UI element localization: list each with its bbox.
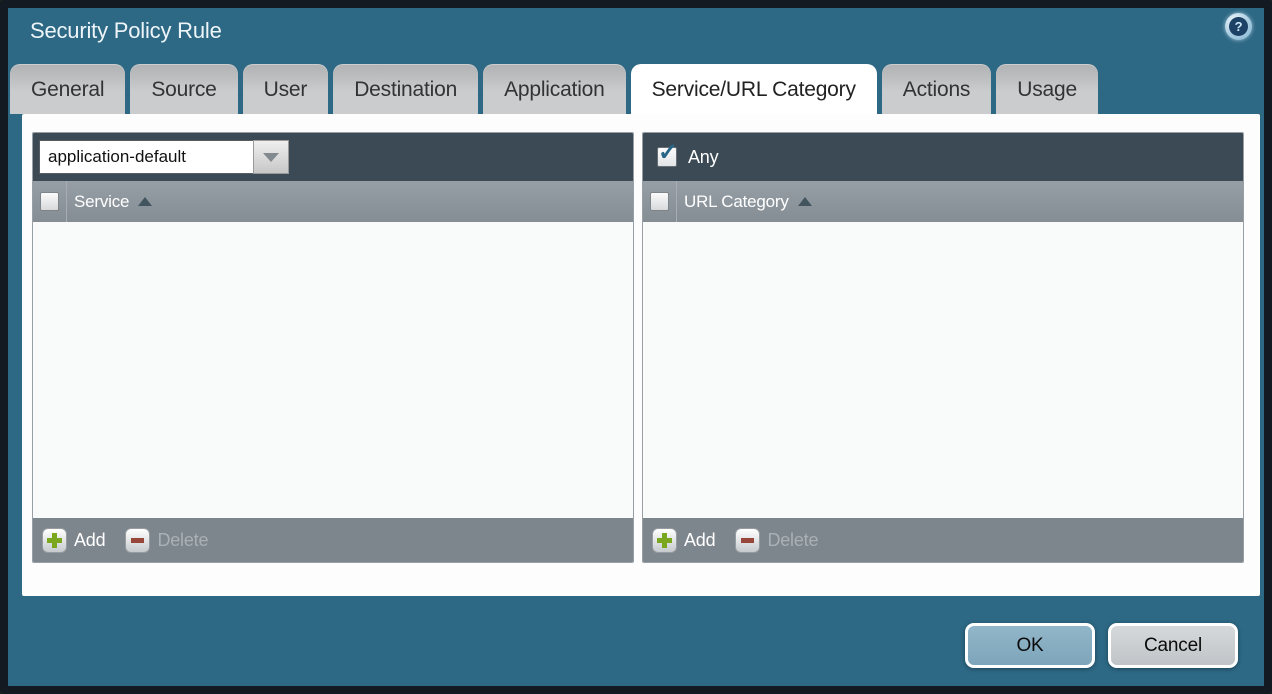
cancel-button[interactable]: Cancel <box>1108 623 1238 668</box>
url-category-column-header[interactable]: URL Category <box>643 181 1243 222</box>
service-type-input[interactable] <box>39 140 253 174</box>
delete-label: Delete <box>157 530 208 551</box>
service-add-button[interactable]: Add <box>42 528 105 553</box>
sort-asc-icon <box>138 197 152 206</box>
any-label: Any <box>688 147 718 168</box>
add-label: Add <box>684 530 715 551</box>
service-column-label: Service <box>74 192 129 212</box>
url-category-list <box>643 222 1243 518</box>
any-row: ✓ Any <box>649 147 718 168</box>
tab-general[interactable]: General <box>10 64 125 114</box>
tab-service-url-category[interactable]: Service/URL Category <box>631 64 877 114</box>
add-label: Add <box>74 530 105 551</box>
service-select-all-cell <box>33 181 67 222</box>
chevron-down-icon <box>263 153 279 162</box>
service-panel: Service Add Delete <box>32 132 634 563</box>
delete-minus-icon <box>125 528 150 553</box>
help-button[interactable]: ? <box>1225 13 1252 40</box>
sort-asc-icon <box>798 197 812 206</box>
service-type-dropdown <box>39 140 289 174</box>
tab-usage[interactable]: Usage <box>996 64 1098 114</box>
check-icon: ✓ <box>658 141 678 165</box>
url-category-add-button[interactable]: Add <box>652 528 715 553</box>
dialog-title: Security Policy Rule <box>30 18 222 44</box>
url-category-select-all-cell <box>643 181 677 222</box>
tab-user[interactable]: User <box>243 64 329 114</box>
url-category-panel-header: ✓ Any <box>643 133 1243 181</box>
ok-button[interactable]: OK <box>965 623 1095 668</box>
url-category-select-all-checkbox[interactable] <box>650 192 669 211</box>
security-policy-rule-dialog: Security Policy Rule ? General Source Us… <box>0 0 1272 694</box>
service-panel-header <box>33 133 633 181</box>
url-category-column-label: URL Category <box>684 192 789 212</box>
help-icon: ? <box>1229 17 1248 36</box>
tab-destination[interactable]: Destination <box>333 64 478 114</box>
url-category-toolbar: Add Delete <box>643 518 1243 562</box>
url-category-delete-button[interactable]: Delete <box>735 528 818 553</box>
tab-bar: General Source User Destination Applicat… <box>10 64 1098 114</box>
delete-label: Delete <box>767 530 818 551</box>
panels: Service Add Delete <box>32 132 1244 563</box>
tab-application[interactable]: Application <box>483 64 626 114</box>
tab-content-area: Service Add Delete <box>22 114 1260 596</box>
tab-actions[interactable]: Actions <box>882 64 991 114</box>
service-type-dropdown-button[interactable] <box>253 140 289 174</box>
service-list <box>33 222 633 518</box>
tab-source[interactable]: Source <box>130 64 237 114</box>
service-delete-button[interactable]: Delete <box>125 528 208 553</box>
add-plus-icon <box>42 528 67 553</box>
service-column-header[interactable]: Service <box>33 181 633 222</box>
url-category-panel: ✓ Any URL Category Add <box>642 132 1244 563</box>
service-toolbar: Add Delete <box>33 518 633 562</box>
add-plus-icon <box>652 528 677 553</box>
delete-minus-icon <box>735 528 760 553</box>
service-select-all-checkbox[interactable] <box>40 192 59 211</box>
any-checkbox[interactable]: ✓ <box>657 147 677 167</box>
